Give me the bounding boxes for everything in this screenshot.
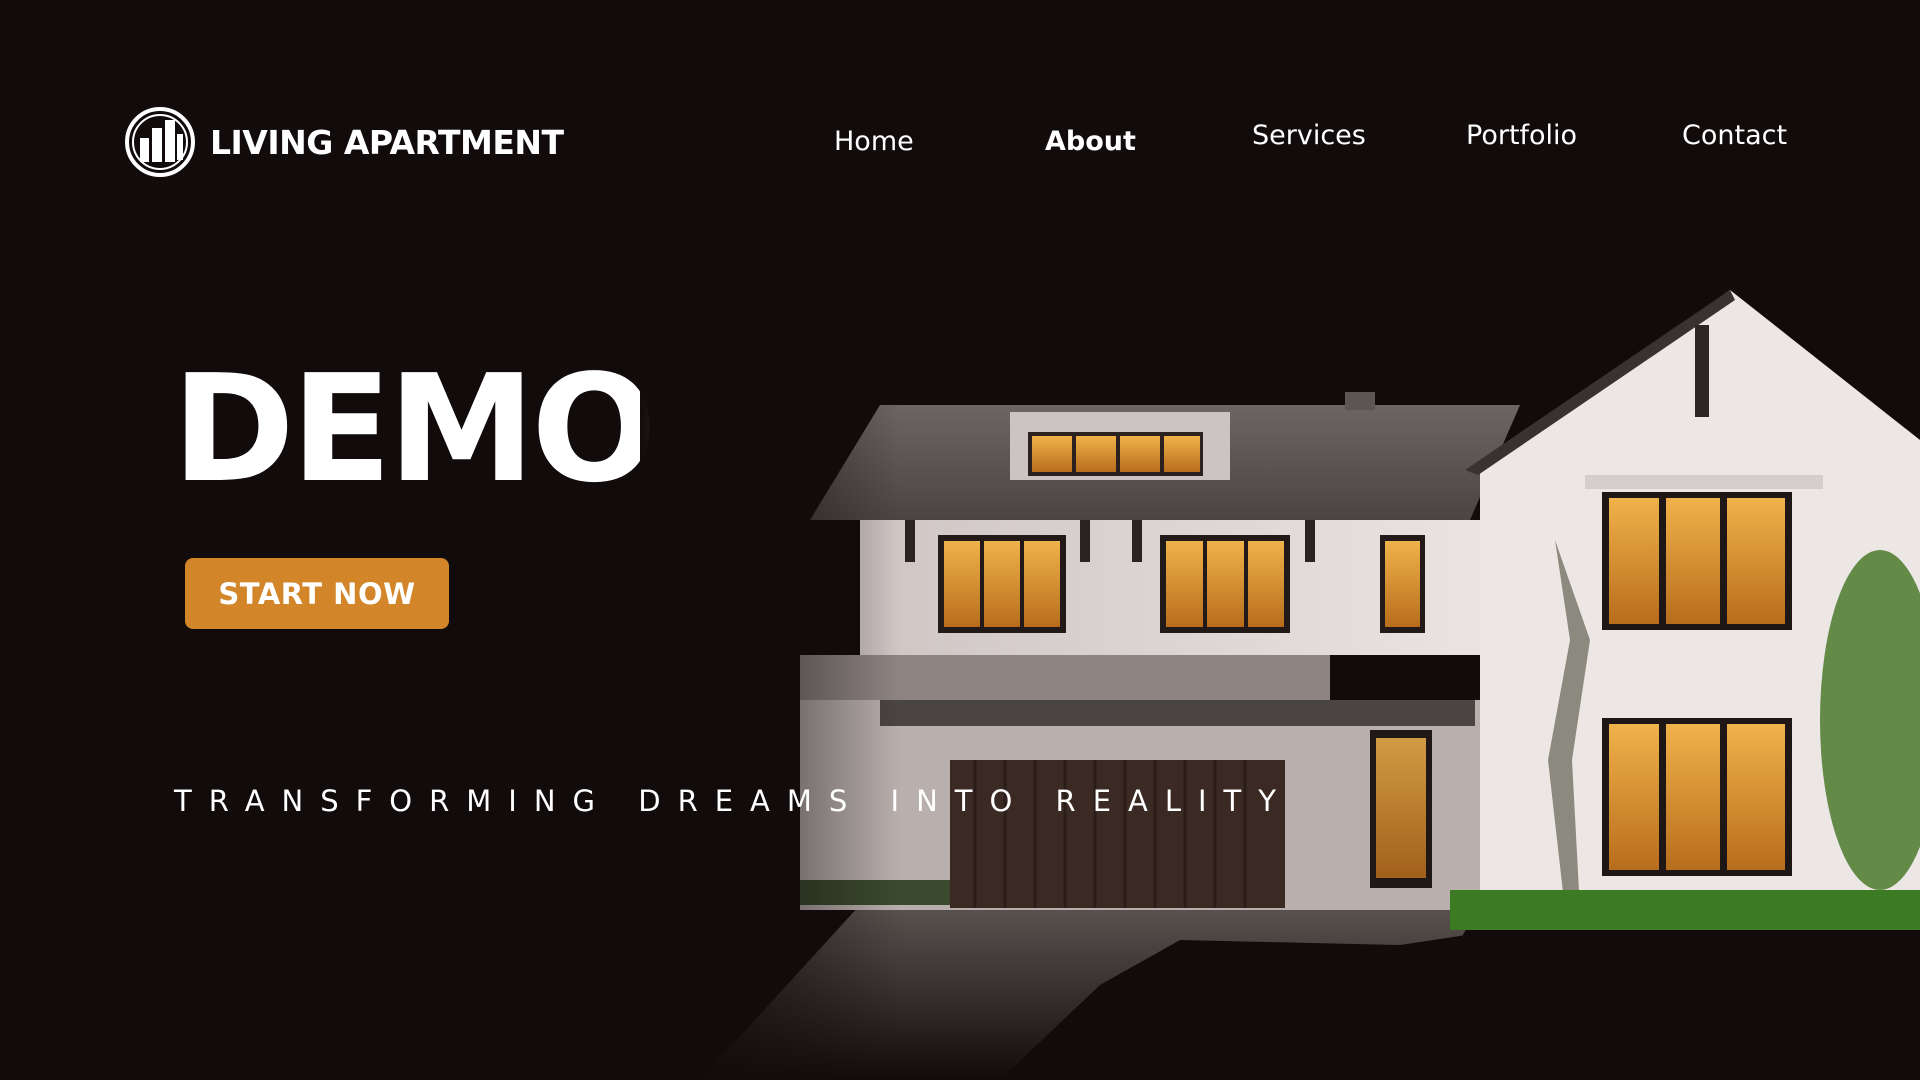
hero-tagline: TRANSFORMING DREAMS INTO REALITY (174, 784, 1293, 818)
house-photo (640, 280, 1920, 1080)
landing-page: LIVING APARTMENT Home About Services Por… (0, 0, 1920, 1080)
